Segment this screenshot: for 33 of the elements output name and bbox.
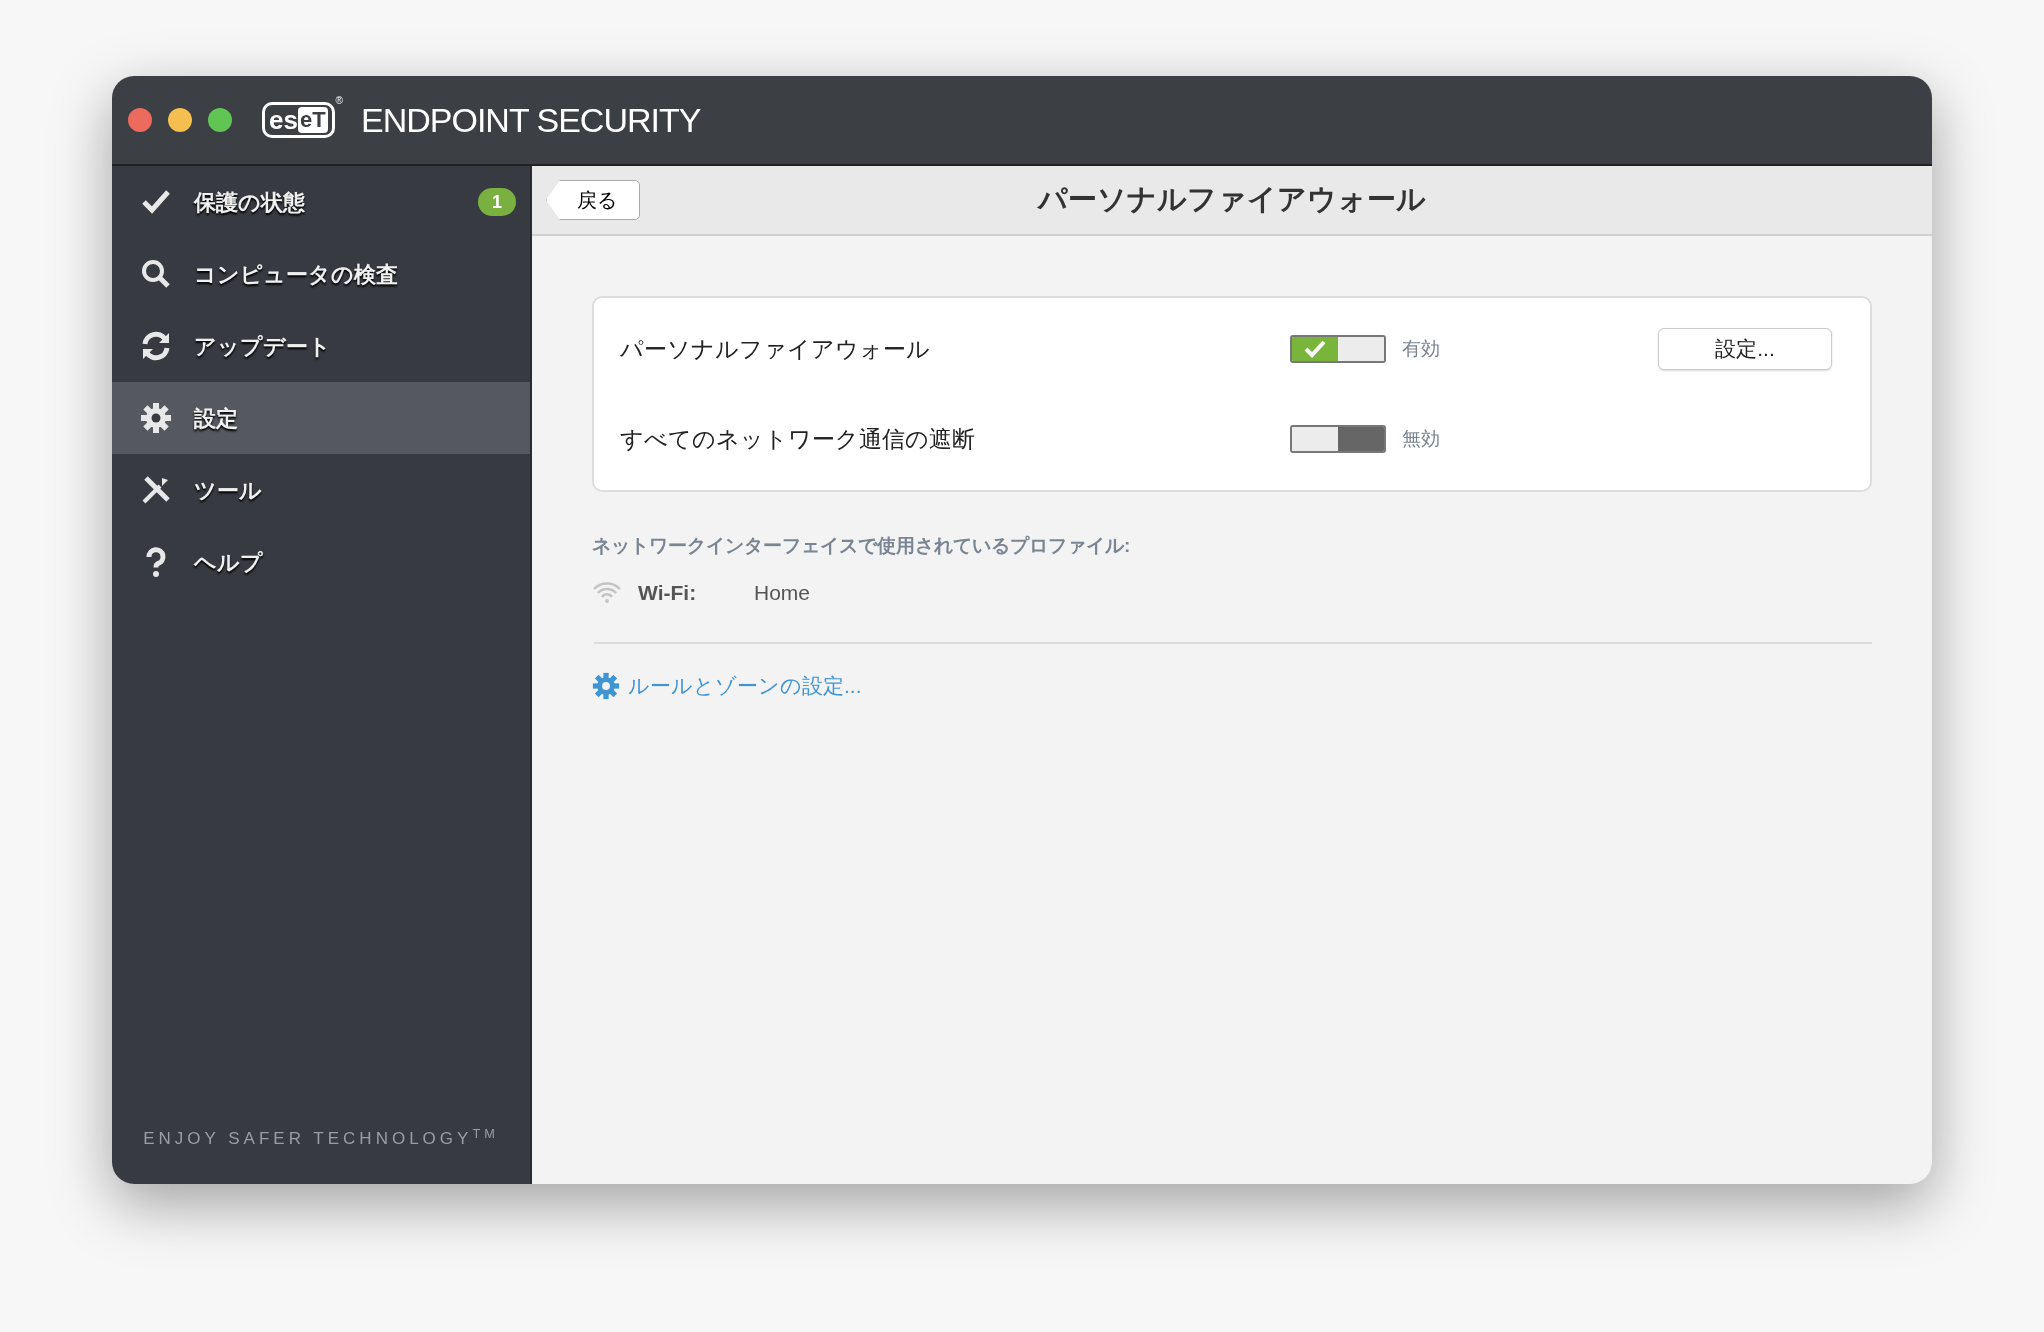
search-icon	[140, 258, 172, 290]
minimize-button[interactable]	[168, 108, 192, 132]
wifi-icon	[592, 581, 622, 604]
close-button[interactable]	[128, 108, 152, 132]
toggle-switch[interactable]	[1290, 335, 1386, 363]
back-button[interactable]: 戻る	[546, 180, 640, 220]
app-title: ENDPOINT SECURITY	[361, 99, 701, 141]
setting-label: すべてのネットワーク通信の遮断	[620, 424, 976, 454]
check-icon	[1304, 340, 1326, 358]
tagline: ENJOY SAFER TECHNOLOGY$^{TM}$	[143, 1126, 499, 1150]
profile-name: Home	[754, 579, 811, 606]
settings-icon	[140, 402, 172, 434]
sidebar-item[interactable]: コンピュータの検査	[112, 238, 530, 310]
sidebar-item[interactable]: 設定	[112, 382, 530, 454]
status-text: 無効	[1402, 426, 1441, 451]
sidebar-item[interactable]: アップデート	[112, 310, 530, 382]
settings-button[interactable]: 設定...	[1658, 328, 1832, 370]
tools-icon	[140, 474, 172, 506]
status-text: 有効	[1402, 336, 1441, 361]
setting-label: パーソナルファイアウォール	[620, 334, 931, 364]
settings-icon	[592, 671, 620, 700]
sidebar-item[interactable]: ツール	[112, 454, 530, 526]
network-type: Wi-Fi:	[638, 579, 698, 606]
count-badge: 1	[478, 188, 516, 216]
page-title: パーソナルファイアウォール	[1038, 182, 1426, 218]
sidebar-item[interactable]: ヘルプ	[112, 526, 530, 598]
sidebar-item[interactable]: 保護の状態 1	[112, 166, 530, 238]
maximize-button[interactable]	[208, 108, 232, 132]
registered-mark: ®	[335, 96, 343, 106]
logo: eseT	[262, 102, 335, 138]
toggle-switch[interactable]	[1290, 425, 1386, 453]
refresh-icon	[140, 330, 172, 362]
profiles-heading: ネットワークインターフェイスで使用されているプロファイル:	[592, 534, 1132, 558]
